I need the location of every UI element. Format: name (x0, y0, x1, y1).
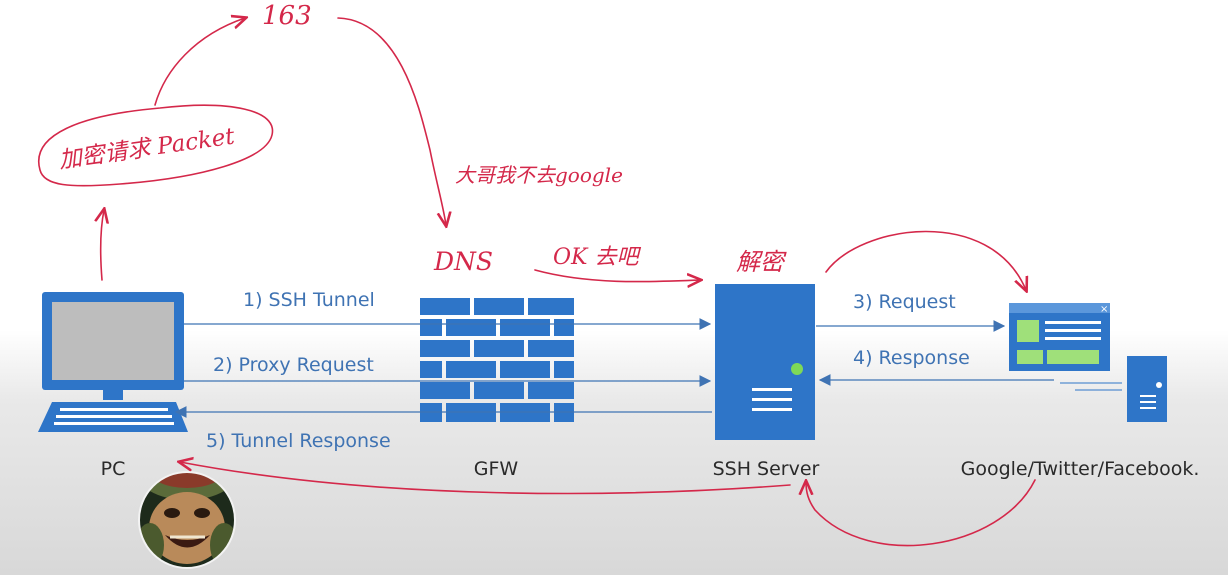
pc-icon (38, 292, 188, 432)
ok-go-note: OK 去吧 (553, 245, 641, 270)
network-diagram: × 1) SSH Tunnel 2) Proxy Request 5) Tunn… (37, 1, 1200, 569)
destination-server-icon (1127, 356, 1167, 422)
avatar (138, 471, 236, 569)
gfw-label: GFW (474, 458, 519, 480)
number-163-note: 163 (262, 1, 312, 31)
pc-up-arrow (101, 210, 104, 281)
guard-note: 大哥我不去google (455, 163, 623, 187)
ssh-server-icon (715, 284, 815, 440)
163-to-dns-arrow (337, 17, 446, 225)
svg-text:×: × (1100, 304, 1108, 315)
decrypt-to-browser-arrow (825, 230, 1026, 290)
packet-to-163-arrow (154, 18, 245, 106)
ssh-tunnel-label: 1) SSH Tunnel (243, 289, 375, 311)
firewall-icon (420, 298, 574, 422)
destination-return-arrow (806, 480, 1036, 547)
tunnel-response-label: 5) Tunnel Response (206, 430, 391, 452)
response-label: 4) Response (853, 347, 970, 369)
speed-lines (1060, 382, 1122, 391)
destination-label: Google/Twitter/Facebook. (961, 458, 1200, 480)
pc-label: PC (101, 458, 126, 480)
decrypt-note: 解密 (736, 248, 787, 276)
ssh-server-label: SSH Server (713, 458, 820, 480)
proxy-request-label: 2) Proxy Request (213, 354, 374, 376)
dns-note: DNS (433, 247, 493, 276)
browser-window-icon: × (1009, 303, 1110, 371)
encrypted-packet-note: 加密请求 Packet (57, 123, 237, 174)
request-label: 3) Request (853, 291, 956, 313)
ok-go-arrow (534, 269, 700, 282)
